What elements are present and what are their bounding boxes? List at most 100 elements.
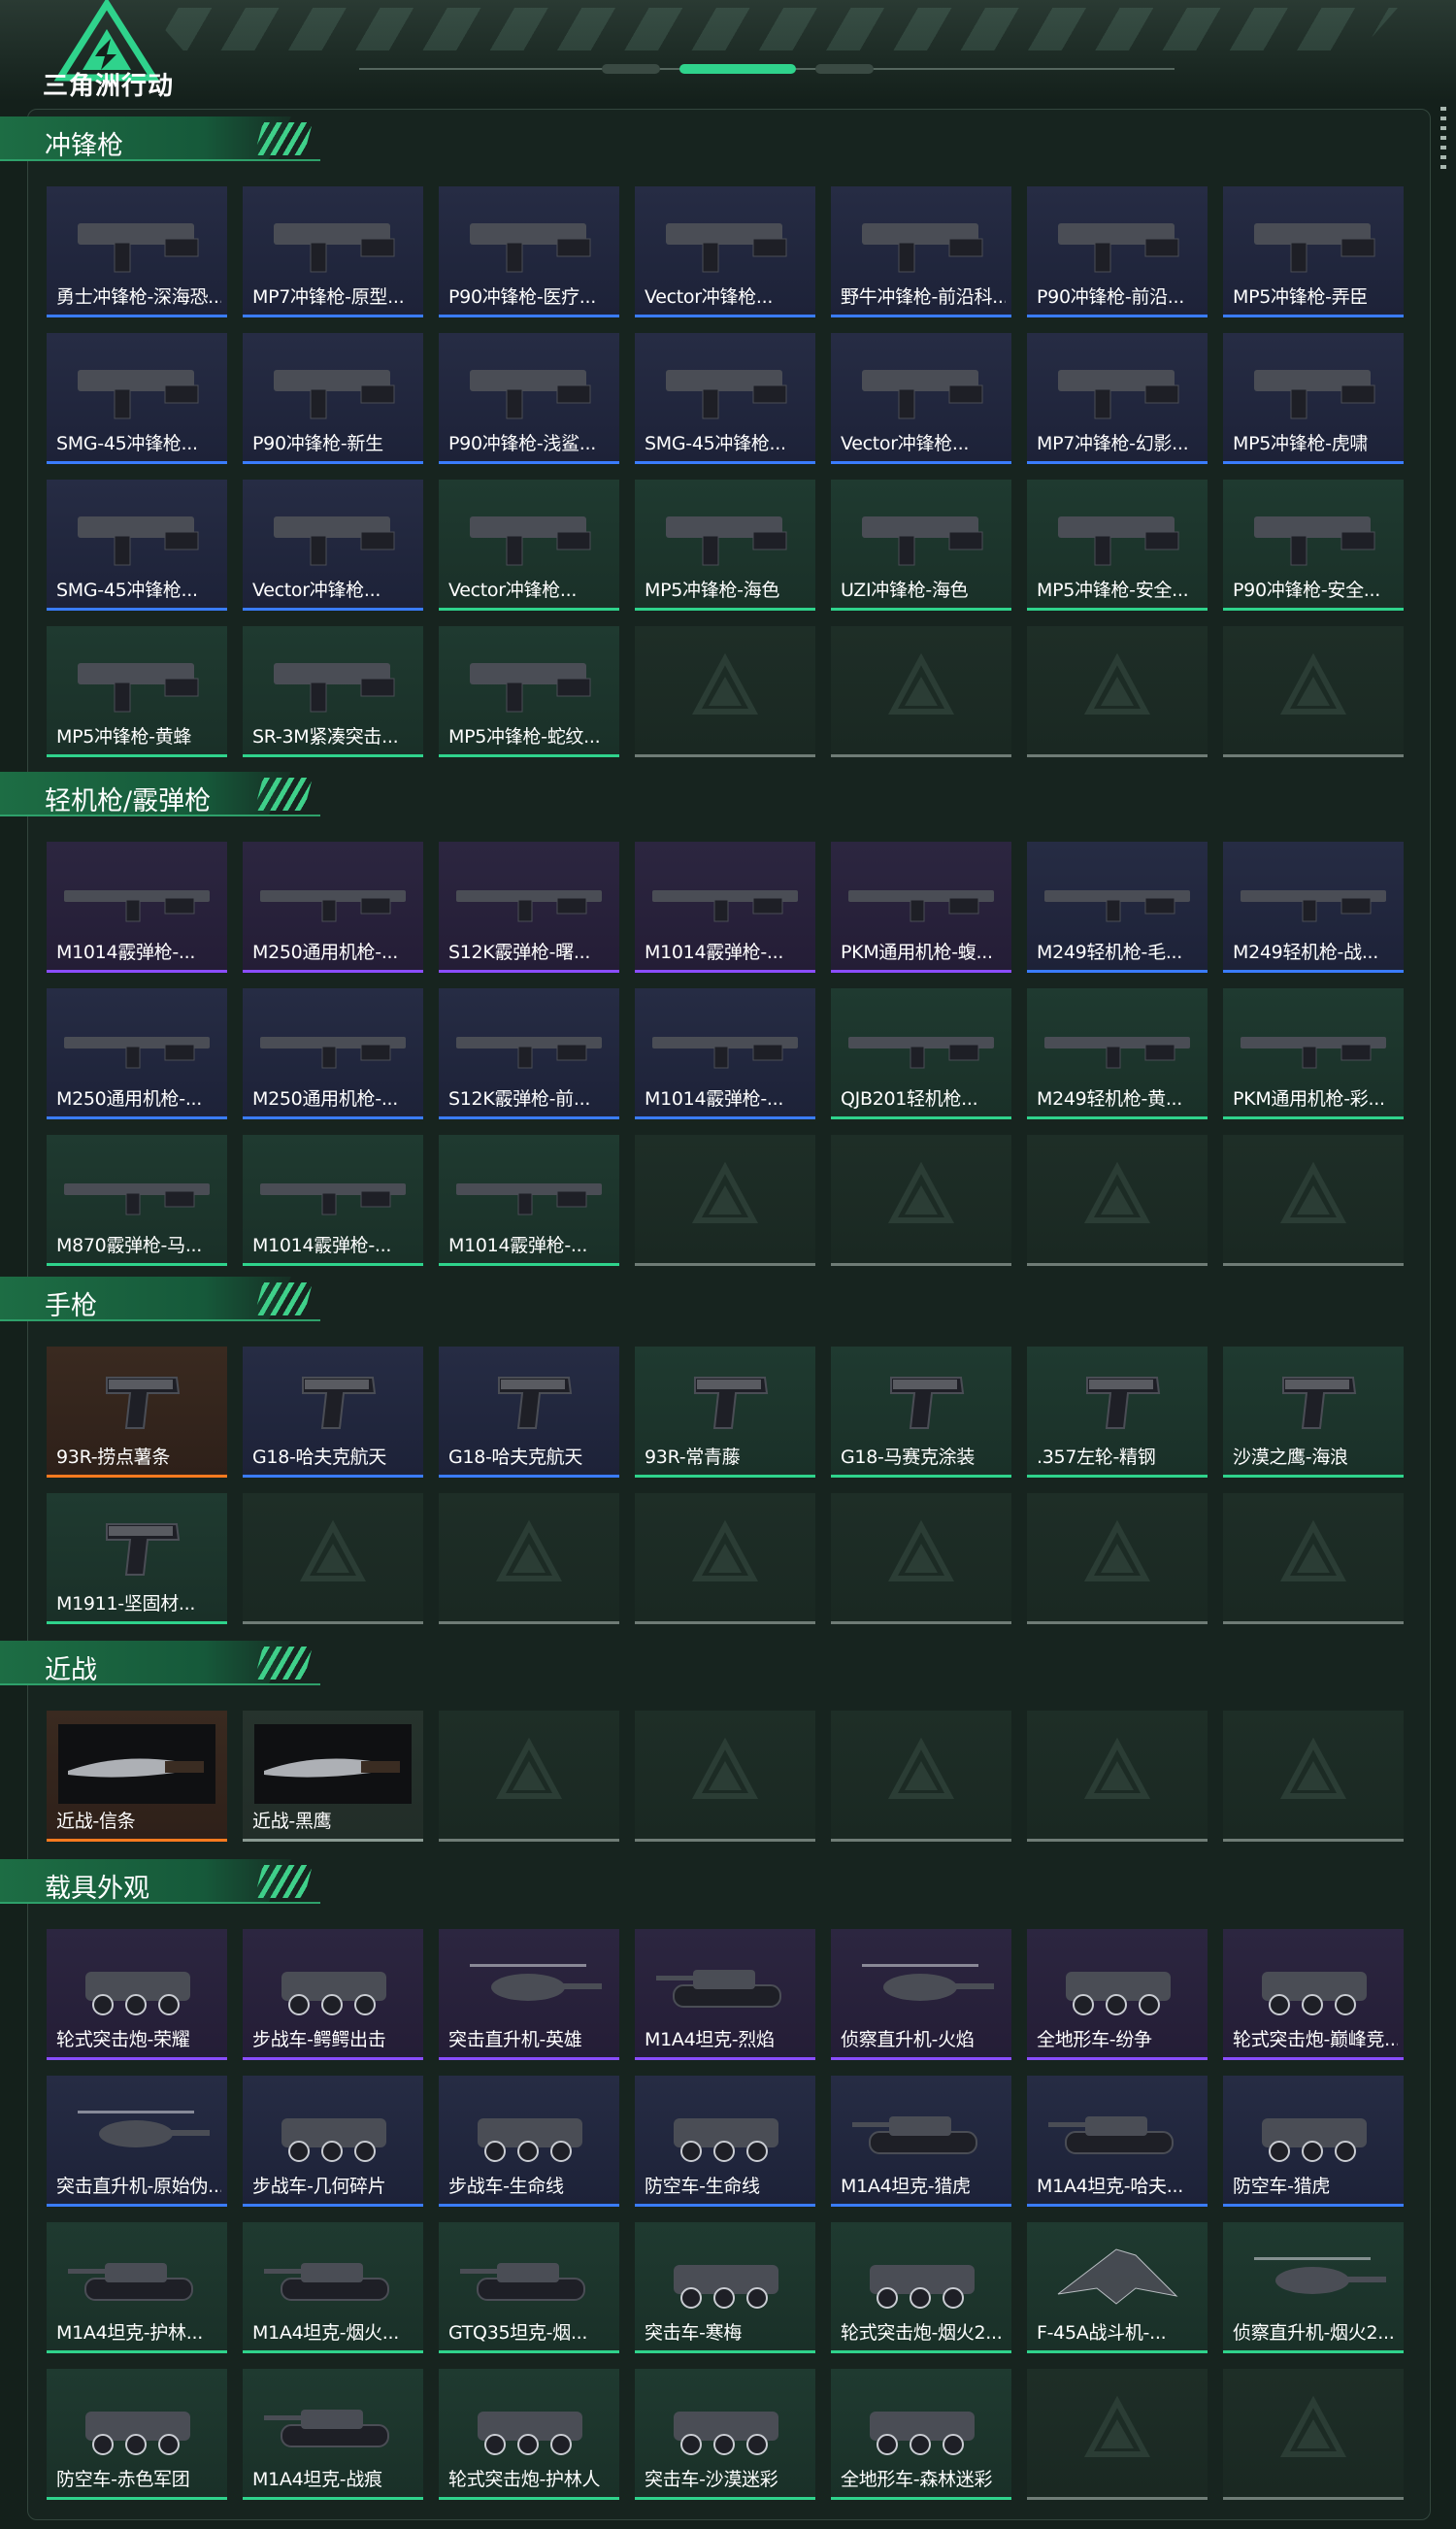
skin-card[interactable]: Vector冲锋枪...: [439, 480, 619, 611]
skin-card[interactable]: M1014霰弹枪-...: [439, 1135, 619, 1266]
skin-card[interactable]: MP5冲锋枪-安全...: [1027, 480, 1208, 611]
skin-card[interactable]: G18-哈夫克航天: [439, 1347, 619, 1478]
skin-card-label: 突击车-寒梅: [645, 2322, 743, 2344]
skin-card-label: 沙漠之鹰-海浪: [1233, 1447, 1348, 1468]
skin-card[interactable]: 步战车-生命线: [439, 2076, 619, 2207]
smg-icon: [843, 347, 1000, 426]
skin-card[interactable]: 勇士冲锋枪-深海恐...: [47, 186, 227, 317]
helicopter-icon: [843, 1943, 1000, 2022]
skin-card[interactable]: UZI冲锋枪-海色: [831, 480, 1011, 611]
empty-slot: [635, 1135, 815, 1266]
skin-card[interactable]: 突击直升机-原始伪...: [47, 2076, 227, 2207]
skin-card[interactable]: SMG-45冲锋枪...: [47, 480, 227, 611]
skin-card[interactable]: 突击直升机-英雄: [439, 1929, 619, 2060]
skin-card[interactable]: M249轻机枪-战...: [1223, 842, 1404, 973]
skin-card[interactable]: M1911-坚固材...: [47, 1493, 227, 1624]
skin-card[interactable]: M249轻机枪-黄...: [1027, 988, 1208, 1119]
skin-card[interactable]: MP5冲锋枪-虎啸: [1223, 333, 1404, 464]
skin-card[interactable]: 侦察直升机-烟火2...: [1223, 2222, 1404, 2353]
skin-card[interactable]: M1014霰弹枪-...: [47, 842, 227, 973]
skin-card[interactable]: 突击车-沙漠迷彩: [635, 2369, 815, 2500]
skin-card[interactable]: M1014霰弹枪-...: [635, 988, 815, 1119]
skin-card[interactable]: 近战-信条: [47, 1711, 227, 1842]
skin-card[interactable]: P90冲锋枪-浅鲨...: [439, 333, 619, 464]
skin-card[interactable]: MP5冲锋枪-蛇纹...: [439, 626, 619, 757]
skin-card[interactable]: M250通用机枪-...: [47, 988, 227, 1119]
empty-slot-icon: [691, 1737, 759, 1806]
skin-card[interactable]: 步战车-几何碎片: [243, 2076, 423, 2207]
skin-card[interactable]: 93R-捞点薯条: [47, 1347, 227, 1478]
skin-card[interactable]: 防空车-猎虎: [1223, 2076, 1404, 2207]
skin-card[interactable]: P90冲锋枪-新生: [243, 333, 423, 464]
skin-card[interactable]: 侦察直升机-火焰: [831, 1929, 1011, 2060]
skin-card[interactable]: S12K霰弹枪-前...: [439, 988, 619, 1119]
skin-card[interactable]: MP7冲锋枪-幻影...: [1027, 333, 1208, 464]
empty-slot-icon: [495, 1737, 563, 1806]
skin-card[interactable]: 防空车-生命线: [635, 2076, 815, 2207]
skin-card[interactable]: M1A4坦克-烟火...: [243, 2222, 423, 2353]
skin-card[interactable]: G18-哈夫克航天: [243, 1347, 423, 1478]
skin-card[interactable]: P90冲锋枪-前沿...: [1027, 186, 1208, 317]
skin-card[interactable]: 轮式突击炮-烟火2...: [831, 2222, 1011, 2353]
skin-card[interactable]: 轮式突击炮-荣耀: [47, 1929, 227, 2060]
skin-card[interactable]: SR-3M紧凑突击...: [243, 626, 423, 757]
skin-card[interactable]: P90冲锋枪-医疗...: [439, 186, 619, 317]
skin-card[interactable]: M250通用机枪-...: [243, 842, 423, 973]
skin-card[interactable]: Vector冲锋枪...: [243, 480, 423, 611]
skin-card[interactable]: MP7冲锋枪-原型...: [243, 186, 423, 317]
skin-card[interactable]: 全地形车-森林迷彩: [831, 2369, 1011, 2500]
skin-card[interactable]: S12K霰弹枪-曙...: [439, 842, 619, 973]
skin-card[interactable]: .357左轮-精钢: [1027, 1347, 1208, 1478]
skin-card[interactable]: M1A4坦克-烈焰: [635, 1929, 815, 2060]
skin-card[interactable]: PKM通用机枪-彩...: [1223, 988, 1404, 1119]
skin-card[interactable]: GTQ35坦克-烟...: [439, 2222, 619, 2353]
skin-card[interactable]: MP5冲锋枪-弄臣: [1223, 186, 1404, 317]
rifle-icon: [843, 855, 1000, 935]
vehicle-icon: [843, 2382, 1000, 2462]
skin-card[interactable]: 突击车-寒梅: [635, 2222, 815, 2353]
empty-slot-icon: [1083, 1519, 1151, 1588]
jet-icon: [1039, 2236, 1196, 2315]
skin-card[interactable]: F-45A战斗机-...: [1027, 2222, 1208, 2353]
skin-card-label: MP5冲锋枪-黄蜂: [56, 726, 192, 748]
skin-card[interactable]: MP5冲锋枪-黄蜂: [47, 626, 227, 757]
skin-card-label: 近战-信条: [56, 1811, 136, 1832]
skin-card[interactable]: Vector冲锋枪...: [635, 186, 815, 317]
skin-card[interactable]: M1A4坦克-护林...: [47, 2222, 227, 2353]
skin-card[interactable]: M1014霰弹枪-...: [243, 1135, 423, 1266]
vertical-dots-icon[interactable]: [1440, 107, 1446, 175]
skin-card[interactable]: 步战车-鳄鳄出击: [243, 1929, 423, 2060]
skin-card[interactable]: M1014霰弹枪-...: [635, 842, 815, 973]
skin-card-label: 全地形车-纷争: [1037, 2029, 1152, 2050]
smg-icon: [1235, 347, 1392, 426]
skin-card[interactable]: M870霰弹枪-马...: [47, 1135, 227, 1266]
skin-card[interactable]: 防空车-赤色军团: [47, 2369, 227, 2500]
skin-card[interactable]: 沙漠之鹰-海浪: [1223, 1347, 1404, 1478]
skin-card[interactable]: SMG-45冲锋枪...: [635, 333, 815, 464]
skin-card[interactable]: 近战-黑鹰: [243, 1711, 423, 1842]
skin-card[interactable]: M1A4坦克-猎虎: [831, 2076, 1011, 2207]
skin-card[interactable]: 野牛冲锋枪-前沿科...: [831, 186, 1011, 317]
skin-card[interactable]: M1A4坦克-战痕: [243, 2369, 423, 2500]
skin-card[interactable]: M1A4坦克-哈夫...: [1027, 2076, 1208, 2207]
skin-card[interactable]: P90冲锋枪-安全...: [1223, 480, 1404, 611]
skin-card[interactable]: 轮式突击炮-护林人: [439, 2369, 619, 2500]
skin-card[interactable]: SMG-45冲锋枪...: [47, 333, 227, 464]
skin-card[interactable]: 93R-常青藤: [635, 1347, 815, 1478]
skin-card[interactable]: PKM通用机枪-蝮...: [831, 842, 1011, 973]
section-header: 手枪: [0, 1277, 320, 1321]
skin-card[interactable]: M249轻机枪-毛...: [1027, 842, 1208, 973]
skin-card[interactable]: QJB201轻机枪...: [831, 988, 1011, 1119]
skin-card-label: P90冲锋枪-安全...: [1233, 580, 1381, 601]
vehicle-icon: [254, 1943, 412, 2022]
skin-card-label: MP7冲锋枪-原型...: [252, 286, 405, 308]
helicopter-icon: [450, 1943, 608, 2022]
skin-card[interactable]: MP5冲锋枪-海色: [635, 480, 815, 611]
skin-card-label: P90冲锋枪-浅鲨...: [448, 433, 597, 454]
skin-card-label: S12K霰弹枪-前...: [448, 1088, 591, 1110]
skin-card[interactable]: G18-马赛克涂装: [831, 1347, 1011, 1478]
skin-card[interactable]: Vector冲锋枪...: [831, 333, 1011, 464]
skin-card[interactable]: 全地形车-纷争: [1027, 1929, 1208, 2060]
skin-card[interactable]: 轮式突击炮-巅峰竞...: [1223, 1929, 1404, 2060]
skin-card[interactable]: M250通用机枪-...: [243, 988, 423, 1119]
